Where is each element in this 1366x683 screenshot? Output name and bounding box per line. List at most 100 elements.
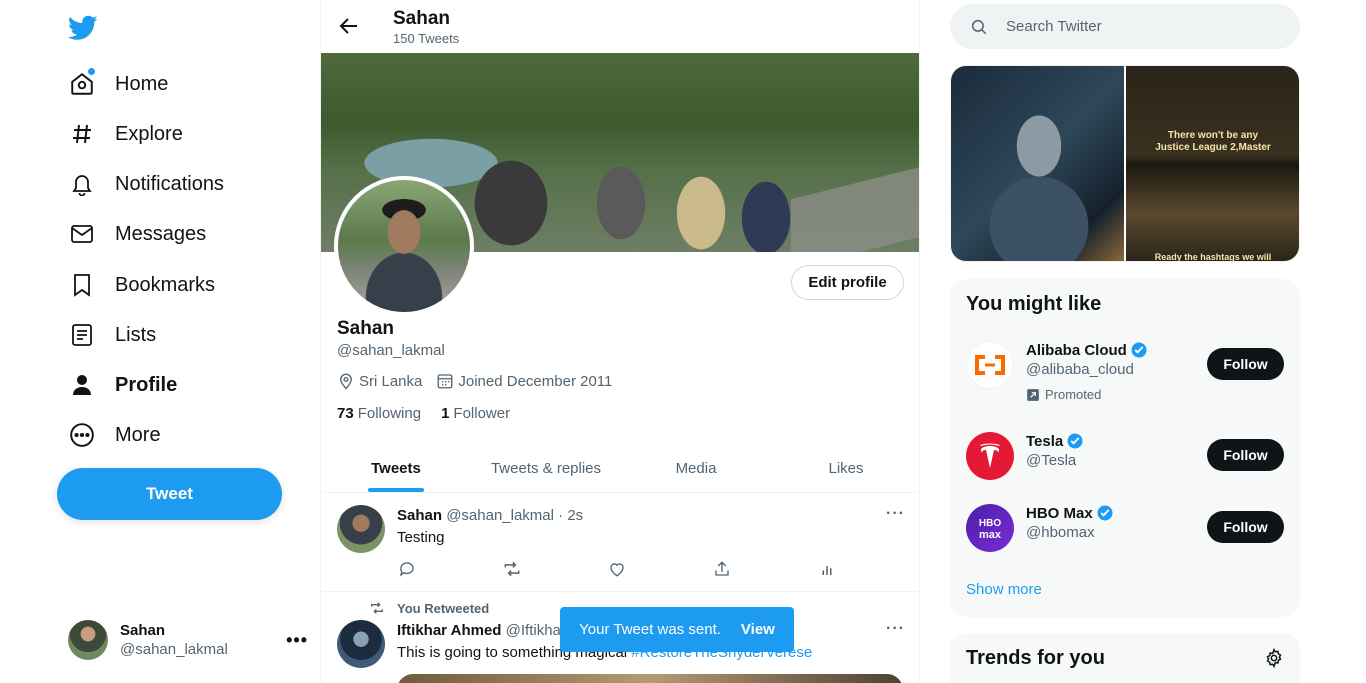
tweet-avatar[interactable] [337,505,385,553]
nav-messages[interactable]: Messages [68,214,206,254]
location-icon [340,373,352,390]
nav-more-label: More [115,423,161,446]
tweet-item[interactable]: Sahan @sahan_lakmal · 2s Testing ··· [321,493,919,592]
nav-bookmarks[interactable]: Bookmarks [68,265,215,305]
followers-label: Follower [453,405,511,422]
following-link[interactable]: 73 Following [337,405,421,422]
tweet-avatar[interactable] [337,620,385,668]
account-switcher[interactable]: Sahan @sahan_lakmal ••• [68,618,308,662]
tab-tweets-replies[interactable]: Tweets & replies [471,444,621,492]
tweet-header: Iftikhar Ahmed @Iftikha [397,622,561,639]
follow-button[interactable]: Follow [1207,511,1284,543]
hashtag-icon [68,120,96,148]
followers-count: 1 [441,405,450,422]
follow-button[interactable]: Follow [1207,439,1284,471]
suggestion-item[interactable]: Alibaba Cloud @alibaba_cloud Promoted Fo… [966,341,1284,402]
meme-caption-bottom: Ready the hashtags we will [1154,252,1272,262]
profile-joined: Joined December 2011 [458,372,613,390]
share-icon[interactable] [712,559,732,579]
card-title: Trends for you [966,647,1105,669]
profile-picture[interactable] [334,176,474,316]
tweet-button[interactable]: Tweet [57,468,282,520]
tweet-author-handle: @sahan_lakmal [446,507,554,524]
tweet-author-name[interactable]: Sahan [397,507,442,524]
nav-profile-label: Profile [115,373,178,396]
search-bar[interactable] [950,4,1300,49]
tweet-author-handle: @Iftikha [505,622,561,639]
tesla-avatar [966,432,1014,480]
following-label: Following [357,405,422,422]
suggestion-name: HBO Max [1026,504,1093,522]
person-icon [68,371,96,399]
tweet-more-icon[interactable]: ··· [886,620,905,638]
nav-notifications[interactable]: Notifications [68,164,224,204]
meme-caption: There won't be any Justice League 2,Maste… [1155,130,1271,153]
media-photo[interactable] [951,66,1124,261]
alibaba-avatar [966,341,1014,389]
nav-lists-label: Lists [115,323,157,346]
suggestion-item[interactable]: Tesla @Tesla Follow [966,432,1284,480]
tab-tweets[interactable]: Tweets [321,444,471,492]
header-tweet-count: 150 Tweets [393,31,460,46]
profile-header: Sahan 150 Tweets [321,0,919,53]
account-handle: @sahan_lakmal [120,641,228,658]
edit-profile-button[interactable]: Edit profile [791,265,904,300]
profile-tabs: Tweets Tweets & replies Media Likes [321,444,919,493]
tweet-header: Sahan @sahan_lakmal · 2s [397,507,583,524]
tweet-more-icon[interactable]: ··· [886,505,905,523]
avatar [68,620,108,660]
tweet-author-name[interactable]: Iftikhar Ahmed [397,622,501,639]
toast-view-link[interactable]: View [741,621,775,638]
search-input[interactable] [1006,18,1286,35]
nav-messages-label: Messages [115,222,207,245]
promoted-label: Promoted [1026,387,1284,402]
who-to-follow-card: You might like Alibaba Cloud @alibaba_cl… [950,279,1300,617]
home-icon [68,68,96,98]
header-title: Sahan [393,8,451,29]
list-icon [68,321,96,349]
trends-card: Trends for you [950,633,1300,683]
tweet-sent-toast: Your Tweet was sent. View [560,607,794,652]
bell-icon [68,170,96,198]
account-name: Sahan [120,622,166,639]
nav-more[interactable]: More [68,415,161,455]
profile-handle: @sahan_lakmal [337,342,445,359]
profile-column: Sahan 150 Tweets Edit profile Sahan @sah… [320,0,920,683]
like-icon[interactable] [607,559,627,579]
profile-location: Sri Lanka [359,372,423,390]
media-photo[interactable]: There won't be any Justice League 2,Maste… [1126,66,1299,262]
show-more-link[interactable]: Show more [966,581,1042,598]
account-more-icon[interactable]: ••• [286,630,308,651]
search-icon [971,19,987,34]
nav-profile[interactable]: Profile [68,365,177,405]
twitter-logo-icon[interactable] [68,12,98,42]
tweet-time[interactable]: · 2s [558,507,583,524]
suggestion-item[interactable]: HBO max HBO Max @hbomax Follow [966,504,1284,552]
back-arrow-icon[interactable] [337,14,361,38]
reply-icon[interactable] [397,559,417,579]
svg-text:max: max [979,529,1002,541]
retweet-note-label: You Retweeted [397,600,490,616]
nav-home[interactable]: Home [68,64,168,104]
banner-wall-shape [791,166,919,252]
left-sidebar: Home Explore Notifications Messages Book… [0,0,320,683]
tab-likes[interactable]: Likes [771,444,919,492]
retweet-icon[interactable] [502,559,522,579]
retweet-note: You Retweeted [369,600,489,616]
suggestion-name: Alibaba Cloud [1026,341,1127,359]
hbomax-avatar: HBO max [966,504,1014,552]
media-preview-grid[interactable]: There won't be any Justice League 2,Maste… [950,65,1300,262]
right-sidebar: There won't be anyJustice League 2,Maste… [950,0,1300,683]
gear-icon[interactable] [1264,648,1284,668]
envelope-icon [68,220,96,248]
nav-lists[interactable]: Lists [68,315,156,355]
tweet-media[interactable] [397,674,903,683]
follow-button[interactable]: Follow [1207,348,1284,380]
nav-explore-label: Explore [115,122,183,145]
tab-media[interactable]: Media [621,444,771,492]
followers-link[interactable]: 1 Follower [441,405,510,422]
verified-icon [1097,505,1113,521]
analytics-icon[interactable] [817,559,837,579]
nav-explore[interactable]: Explore [68,114,183,154]
profile-meta: Sri Lanka Joined December 2011 [337,372,626,390]
